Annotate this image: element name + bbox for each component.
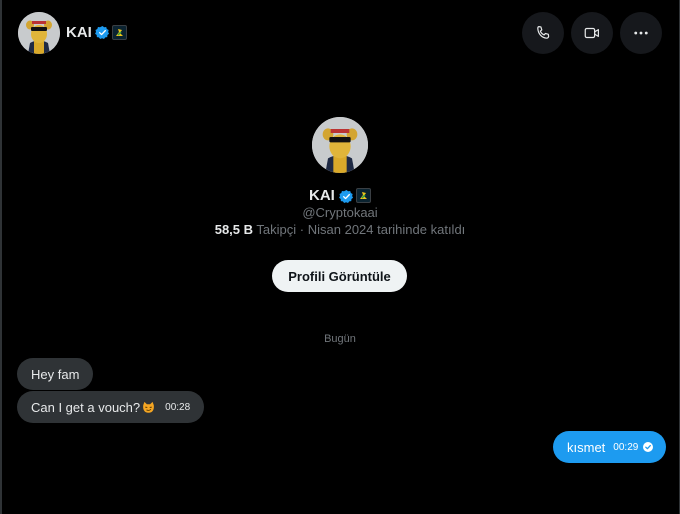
video-call-button[interactable]	[571, 12, 613, 54]
joined-date: · Nisan 2024 tarihinde katıldı	[299, 222, 466, 237]
verified-badge-icon	[95, 25, 110, 39]
followers-label: Takipçi	[256, 222, 297, 237]
message-time: 00:29	[613, 441, 639, 453]
header-name[interactable]: KAI	[66, 24, 92, 41]
more-horizontal-icon	[634, 31, 648, 35]
profile-handle: @Cryptokaai	[302, 205, 378, 220]
message-text: Hey fam	[31, 366, 80, 382]
conversation-header: KAI	[0, 0, 680, 66]
message-bubble-outgoing[interactable]: kısmet 00:29	[553, 431, 667, 463]
message-bubble-incoming[interactable]: Hey fam	[17, 358, 94, 390]
smirking-cat-emoji-icon	[143, 401, 155, 413]
video-icon	[584, 27, 599, 39]
read-check-icon	[643, 442, 654, 452]
window-border-left	[0, 0, 2, 514]
followers-count: 58,5 B	[214, 222, 254, 237]
header-avatar[interactable]	[18, 12, 60, 54]
message-time: 00:28	[165, 401, 191, 413]
profile-avatar[interactable]	[312, 117, 368, 173]
call-button[interactable]	[522, 12, 564, 54]
affiliate-badge-icon[interactable]	[356, 188, 371, 203]
message-text: kısmet	[567, 439, 606, 455]
more-options-button[interactable]	[620, 12, 662, 54]
phone-icon	[537, 26, 550, 39]
profile-name: KAI	[309, 187, 335, 204]
message-text: Can I get a vouch?	[31, 399, 141, 415]
profile-stats: 58,5 B Takipçi · Nisan 2024 tarihinde ka…	[0, 222, 680, 237]
message-bubble-incoming[interactable]: Can I get a vouch? 00:28	[17, 391, 205, 423]
verified-badge-icon	[339, 189, 354, 203]
affiliate-badge-icon[interactable]	[112, 25, 127, 40]
view-profile-button[interactable]: Profili Görüntüle	[272, 260, 407, 292]
day-separator: Bugün	[324, 333, 356, 345]
